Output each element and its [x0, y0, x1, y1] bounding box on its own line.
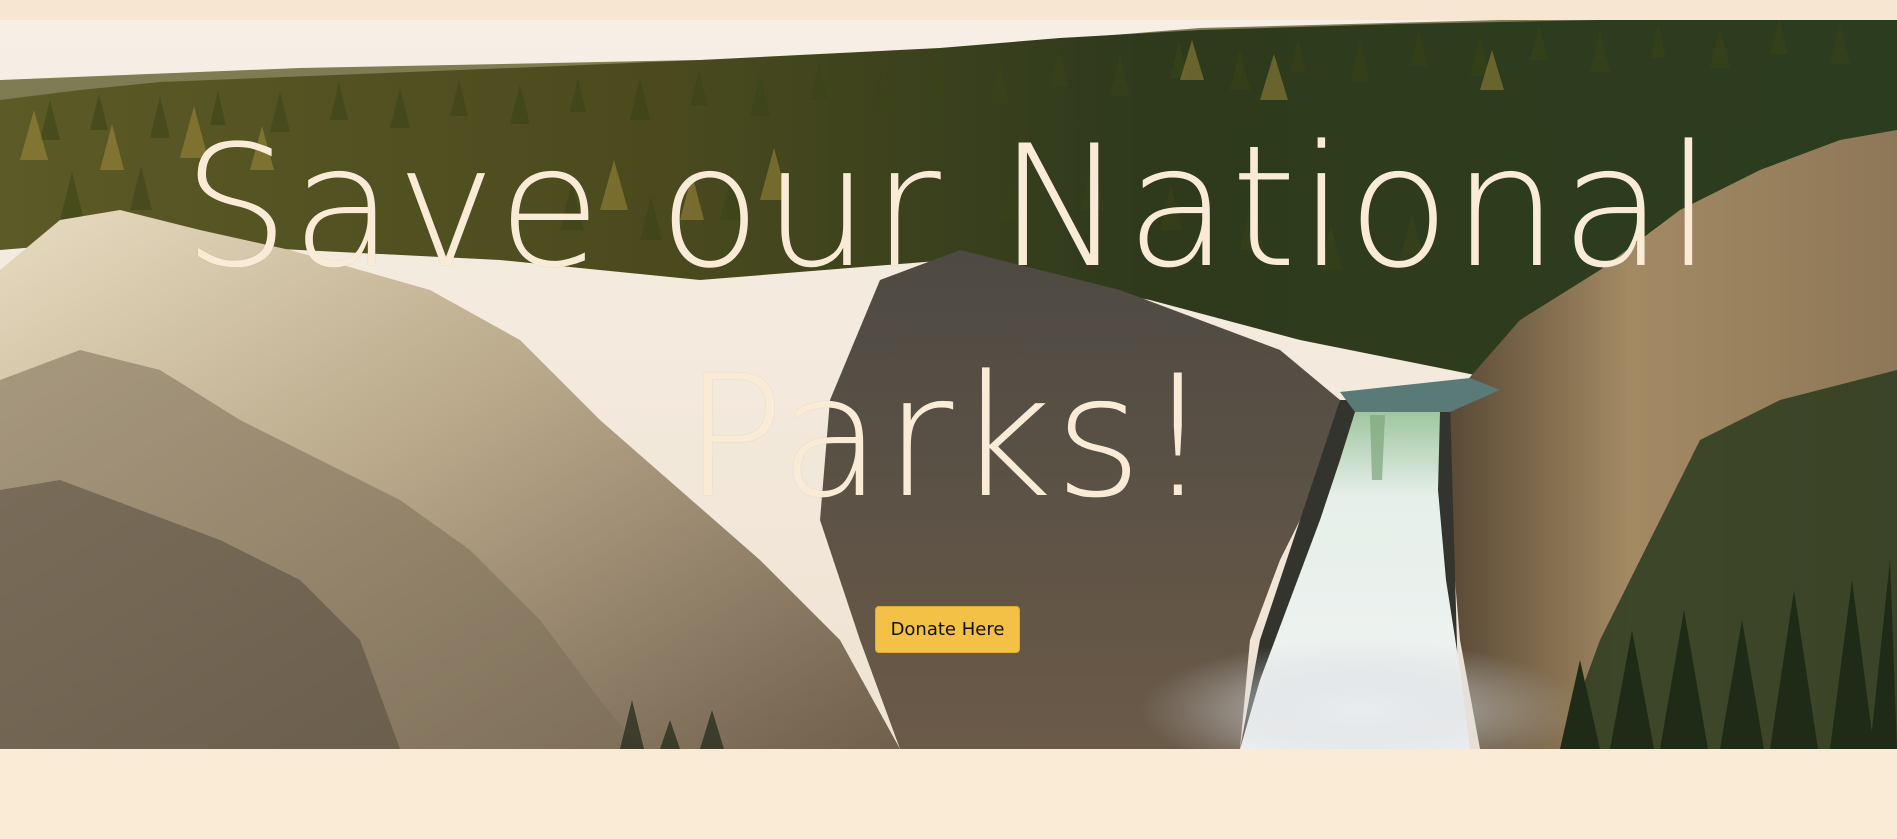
hero-title: Save our National Parks!	[182, 109, 1715, 535]
donate-button[interactable]: Donate Here	[875, 606, 1020, 653]
top-strip	[0, 0, 1897, 20]
hero-section: Save our National Parks! Donate Here	[0, 20, 1897, 749]
